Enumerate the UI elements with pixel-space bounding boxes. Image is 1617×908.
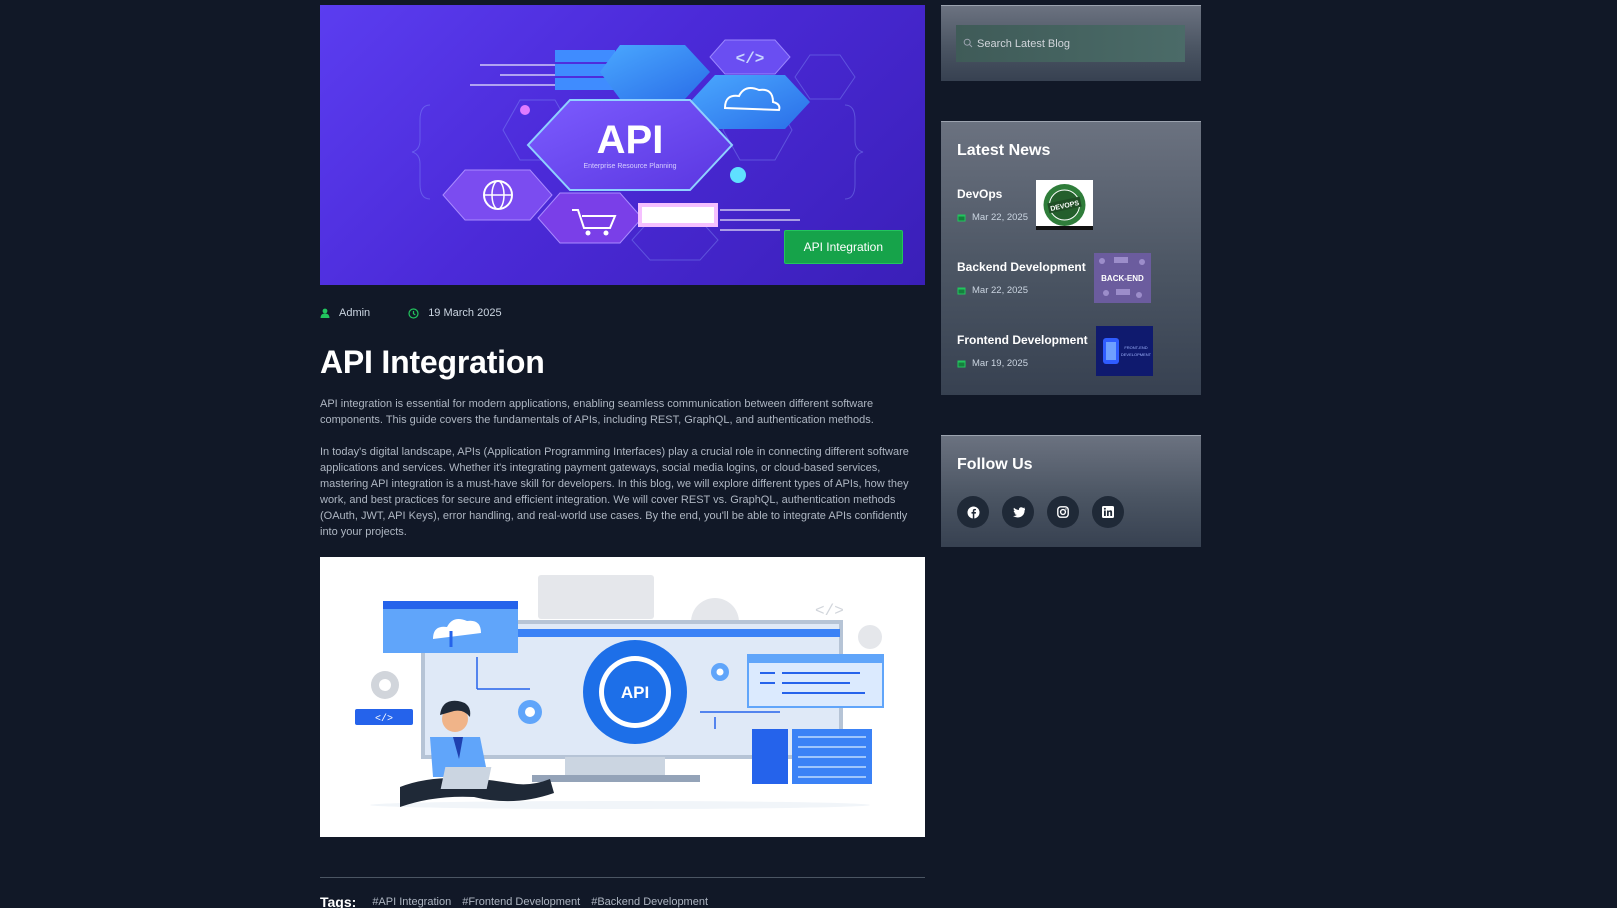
svg-text:API: API: [597, 118, 664, 162]
search-icon: [963, 35, 973, 53]
article-figure: </> API </>: [320, 557, 925, 837]
news-item-devops[interactable]: DevOps Mar 22, 2025 DEVOPS: [957, 180, 1185, 233]
search-box[interactable]: [956, 25, 1185, 62]
follow-us-card: Follow Us: [941, 435, 1201, 547]
latest-news-card: Latest News DevOps Mar 22, 2025 DEVOPS B…: [941, 121, 1201, 395]
news-date: Mar 19, 2025: [957, 358, 1088, 369]
tag-backend-development[interactable]: #Backend Development: [591, 896, 708, 908]
user-icon: [320, 308, 330, 318]
search-card: [941, 5, 1201, 81]
facebook-button[interactable]: [957, 496, 989, 528]
news-title[interactable]: Backend Development: [957, 260, 1086, 274]
instagram-button[interactable]: [1047, 496, 1079, 528]
news-item-backend[interactable]: Backend Development Mar 22, 2025 BACK-EN…: [957, 253, 1185, 306]
news-date: Mar 22, 2025: [957, 212, 1028, 223]
svg-text:API: API: [621, 683, 649, 702]
svg-text:Enterprise Resource Planning: Enterprise Resource Planning: [584, 163, 677, 170]
news-date-text: Mar 22, 2025: [972, 212, 1028, 223]
instagram-icon: [1057, 506, 1069, 518]
calendar-icon: [957, 214, 966, 222]
hero-image: </> API Enterprise Resource Planning API…: [320, 5, 925, 285]
news-date: Mar 22, 2025: [957, 285, 1086, 296]
svg-text:DEVELOPMENT: DEVELOPMENT: [1121, 352, 1152, 357]
author-meta[interactable]: Admin: [320, 307, 370, 319]
latest-news-title: Latest News: [957, 142, 1051, 159]
tags-label: Tags:: [320, 894, 357, 908]
svg-text:</>: </>: [815, 602, 844, 620]
news-title[interactable]: DevOps: [957, 187, 1028, 201]
twitter-button[interactable]: [1002, 496, 1034, 528]
linkedin-icon: [1102, 506, 1114, 518]
api-figure-illustration: </> API </>: [320, 557, 925, 837]
tags-divider: [320, 877, 925, 878]
svg-text:</>: </>: [736, 50, 765, 68]
twitter-icon: [1012, 506, 1025, 517]
tag-api-integration[interactable]: #API Integration: [372, 896, 451, 908]
linkedin-button[interactable]: [1092, 496, 1124, 528]
hero-category-badge[interactable]: API Integration: [783, 230, 903, 264]
tag-frontend-development[interactable]: #Frontend Development: [462, 896, 580, 908]
svg-text:</>: </>: [375, 713, 393, 725]
facebook-icon: [967, 506, 979, 519]
search-input[interactable]: [977, 37, 1185, 50]
clock-icon: [408, 307, 419, 319]
calendar-icon: [957, 360, 966, 368]
news-date-text: Mar 22, 2025: [972, 285, 1028, 296]
news-thumbnail[interactable]: FRONT-END DEVELOPMENT: [1095, 326, 1153, 376]
social-links: [957, 496, 1185, 528]
follow-us-title: Follow Us: [957, 456, 1033, 473]
news-text: DevOps Mar 22, 2025: [957, 180, 1028, 223]
news-text: Frontend Development Mar 19, 2025: [957, 326, 1088, 369]
news-thumbnail[interactable]: DEVOPS: [1035, 180, 1093, 230]
sidebar: Latest News DevOps Mar 22, 2025 DEVOPS: [941, 5, 1201, 547]
date-meta: 19 March 2025: [408, 307, 502, 319]
news-title[interactable]: Frontend Development: [957, 333, 1088, 347]
article-intro: API integration is essential for modern …: [320, 398, 874, 426]
calendar-icon: [957, 287, 966, 295]
article-body: In today's digital landscape, APIs (Appl…: [320, 446, 909, 538]
news-item-frontend[interactable]: Frontend Development Mar 19, 2025 FRONT-…: [957, 326, 1185, 379]
news-text: Backend Development Mar 22, 2025: [957, 253, 1086, 296]
tags-row: Tags: #API Integration #Frontend Develop…: [320, 894, 925, 908]
svg-text:FRONT-END: FRONT-END: [1124, 345, 1147, 350]
article-column: </> API Enterprise Resource Planning API…: [320, 5, 925, 908]
news-date-text: Mar 19, 2025: [972, 358, 1028, 369]
author-name: Admin: [339, 307, 371, 319]
publish-date: 19 March 2025: [428, 307, 502, 319]
news-thumbnail[interactable]: BACK-END: [1093, 253, 1151, 303]
page-title: API Integration: [320, 344, 545, 380]
article-meta: Admin 19 March 2025: [320, 301, 925, 325]
svg-text:BACK-END: BACK-END: [1101, 274, 1144, 283]
